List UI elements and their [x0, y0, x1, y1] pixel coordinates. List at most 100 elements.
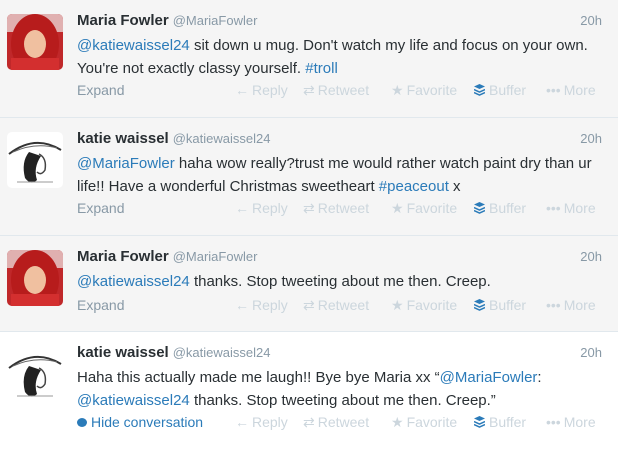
- more-dots-icon: •••: [546, 297, 561, 313]
- tweet-text-segment: thanks. Stop tweeting about me then. Cre…: [189, 273, 491, 290]
- more-dots-icon: •••: [546, 82, 561, 98]
- tweet-timestamp[interactable]: 20h: [580, 249, 602, 264]
- star-icon: ★: [391, 297, 404, 313]
- buffer-icon: [474, 416, 485, 428]
- favorite-label: Favorite: [406, 297, 458, 313]
- more-button[interactable]: ••• More: [546, 297, 596, 313]
- tweet-text-segment: :: [537, 369, 542, 386]
- tweet[interactable]: Maria Fowler @MariaFowler 20h @katiewaiss…: [0, 0, 618, 118]
- favorite-label: Favorite: [406, 200, 458, 216]
- author-name[interactable]: katie waissel: [77, 344, 169, 361]
- retweet-icon: ⇄: [303, 414, 315, 430]
- hashtag-link[interactable]: #peaceout: [379, 178, 449, 195]
- retweet-button[interactable]: ⇄ Retweet: [303, 82, 369, 99]
- star-icon: ★: [391, 82, 404, 98]
- more-button[interactable]: ••• More: [546, 82, 596, 98]
- buffer-icon: [474, 299, 485, 311]
- tweet-timestamp[interactable]: 20h: [580, 131, 602, 146]
- more-label: More: [563, 82, 596, 98]
- author-name[interactable]: Maria Fowler: [77, 248, 169, 265]
- expand-link[interactable]: Expand: [77, 82, 124, 98]
- reply-label: Reply: [252, 82, 288, 98]
- buffer-label: Buffer: [489, 82, 527, 98]
- expand-link[interactable]: Expand: [77, 297, 124, 313]
- avatar[interactable]: [7, 14, 63, 70]
- avatar[interactable]: [7, 346, 63, 402]
- author-handle[interactable]: @katiewaissel24: [173, 345, 271, 360]
- reply-icon: ←: [235, 297, 249, 313]
- favorite-button[interactable]: ★ Favorite: [391, 297, 457, 314]
- reply-label: Reply: [252, 297, 288, 313]
- buffer-button[interactable]: Buffer: [474, 200, 526, 216]
- tweet-text: @katiewaissel24 sit down u mug. Don't wa…: [77, 34, 602, 80]
- star-icon: ★: [391, 414, 404, 430]
- retweet-button[interactable]: ⇄ Retweet: [303, 200, 369, 217]
- more-label: More: [563, 297, 596, 313]
- retweet-label: Retweet: [317, 297, 370, 313]
- buffer-button[interactable]: Buffer: [474, 414, 526, 430]
- author-name[interactable]: Maria Fowler: [77, 12, 169, 29]
- tweet-text: @katiewaissel24 thanks. Stop tweeting ab…: [77, 270, 602, 293]
- more-label: More: [563, 414, 596, 430]
- reply-icon: ←: [235, 200, 249, 216]
- reply-button[interactable]: ← Reply: [235, 82, 288, 98]
- reply-label: Reply: [252, 414, 288, 430]
- reply-icon: ←: [235, 414, 249, 430]
- avatar[interactable]: [7, 132, 63, 188]
- tweet-timestamp[interactable]: 20h: [580, 13, 602, 28]
- more-button[interactable]: ••• More: [546, 414, 596, 430]
- retweet-icon: ⇄: [303, 297, 315, 313]
- retweet-button[interactable]: ⇄ Retweet: [303, 414, 369, 431]
- reply-button[interactable]: ← Reply: [235, 200, 288, 216]
- hide-conversation-label: Hide conversation: [91, 414, 204, 430]
- reply-label: Reply: [252, 200, 288, 216]
- mention-link[interactable]: @katiewaissel24: [77, 37, 190, 54]
- mention-link[interactable]: @MariaFowler: [77, 155, 175, 172]
- tweet[interactable]: katie waissel @katiewaissel24 20h @MariaF…: [0, 118, 618, 236]
- hide-conversation-link[interactable]: Hide conversation: [77, 414, 203, 430]
- star-icon: ★: [391, 200, 404, 216]
- favorite-button[interactable]: ★ Favorite: [391, 414, 457, 431]
- buffer-label: Buffer: [489, 297, 527, 313]
- tweet[interactable]: katie waissel @katiewaissel24 20h Haha th…: [0, 332, 618, 450]
- retweet-icon: ⇄: [303, 200, 315, 216]
- more-label: More: [563, 200, 596, 216]
- buffer-label: Buffer: [489, 200, 527, 216]
- mention-link[interactable]: @katiewaissel24: [77, 392, 190, 409]
- retweet-button[interactable]: ⇄ Retweet: [303, 297, 369, 314]
- buffer-icon: [474, 84, 485, 96]
- reply-button[interactable]: ← Reply: [235, 297, 288, 313]
- buffer-button[interactable]: Buffer: [474, 297, 526, 313]
- mention-link[interactable]: @MariaFowler: [440, 369, 538, 386]
- tweet-text-segment: Haha this actually made me laugh!! Bye b…: [77, 369, 440, 386]
- reply-button[interactable]: ← Reply: [235, 414, 288, 430]
- favorite-label: Favorite: [406, 82, 458, 98]
- retweet-icon: ⇄: [303, 82, 315, 98]
- favorite-button[interactable]: ★ Favorite: [391, 200, 457, 217]
- retweet-label: Retweet: [317, 200, 370, 216]
- author-name[interactable]: katie waissel: [77, 130, 169, 147]
- buffer-button[interactable]: Buffer: [474, 82, 526, 98]
- tweet-text-segment: x: [448, 178, 461, 195]
- favorite-button[interactable]: ★ Favorite: [391, 82, 457, 99]
- retweet-label: Retweet: [317, 414, 370, 430]
- mention-link[interactable]: @katiewaissel24: [77, 273, 190, 290]
- tweet[interactable]: Maria Fowler @MariaFowler 20h @katiewaiss…: [0, 236, 618, 332]
- retweet-label: Retweet: [317, 82, 370, 98]
- author-handle[interactable]: @katiewaissel24: [173, 131, 271, 146]
- hashtag-link[interactable]: #troll: [305, 60, 338, 77]
- tweet-text: @MariaFowler haha wow really?trust me wo…: [77, 152, 602, 198]
- author-handle[interactable]: @MariaFowler: [173, 249, 258, 264]
- buffer-label: Buffer: [489, 414, 527, 430]
- speech-bubble-icon: [77, 418, 87, 427]
- reply-icon: ←: [235, 82, 249, 98]
- author-handle[interactable]: @MariaFowler: [173, 13, 258, 28]
- more-button[interactable]: ••• More: [546, 200, 596, 216]
- avatar[interactable]: [7, 250, 63, 306]
- more-dots-icon: •••: [546, 200, 561, 216]
- expand-link[interactable]: Expand: [77, 200, 124, 216]
- tweet-text: Haha this actually made me laugh!! Bye b…: [77, 366, 602, 412]
- tweet-timestamp[interactable]: 20h: [580, 345, 602, 360]
- tweet-text-segment: thanks. Stop tweeting about me then. Cre…: [189, 392, 496, 409]
- favorite-label: Favorite: [406, 414, 458, 430]
